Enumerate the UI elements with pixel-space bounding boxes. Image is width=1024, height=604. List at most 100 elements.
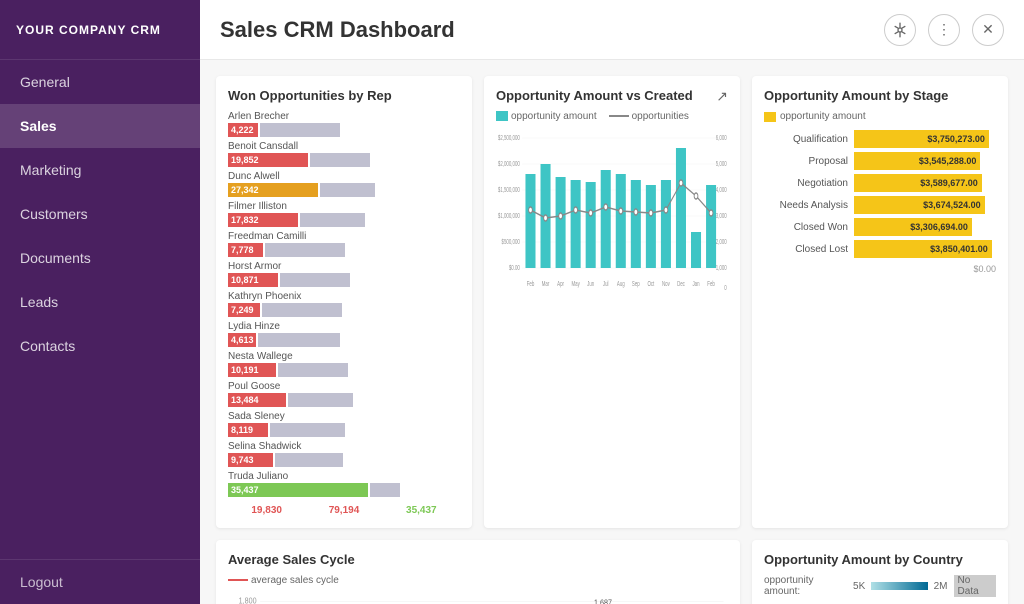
won-opportunities-card: Won Opportunities by Rep Arlen Brecher4,… xyxy=(216,76,472,528)
won-opp-title: Won Opportunities by Rep xyxy=(228,88,460,103)
rep-bar-gray xyxy=(370,483,400,497)
sidebar: YOUR COMPANY CRM General Sales Marketing… xyxy=(0,0,200,604)
rep-bars: 9,743 xyxy=(228,453,460,467)
opp-country-card: Opportunity Amount by Country opportunit… xyxy=(752,540,1008,604)
rep-row: Nesta Wallege10,191 xyxy=(228,351,460,377)
svg-text:2,000: 2,000 xyxy=(716,239,728,246)
more-options-button[interactable]: ⋮ xyxy=(928,14,960,46)
rep-bar-gray xyxy=(260,123,340,137)
opp-vs-title: Opportunity Amount vs Created xyxy=(496,88,693,103)
map-legend-min: 5K xyxy=(853,581,865,592)
svg-text:Oct: Oct xyxy=(647,281,654,288)
rep-bar-colored: 4,222 xyxy=(228,123,258,137)
sidebar-item-sales[interactable]: Sales xyxy=(0,104,200,148)
opp-stage-title: Opportunity Amount by Stage xyxy=(764,88,996,103)
expand-icon[interactable]: ↗ xyxy=(716,88,728,105)
rep-bars: 10,191 xyxy=(228,363,460,377)
rep-row: Horst Armor10,871 xyxy=(228,261,460,287)
svg-text:3,000: 3,000 xyxy=(716,213,728,220)
rep-row: Arlen Brecher4,222 xyxy=(228,111,460,137)
svg-text:5,000: 5,000 xyxy=(716,161,728,168)
rep-row: Poul Goose13,484 xyxy=(228,381,460,407)
logout-button[interactable]: Logout xyxy=(0,559,200,604)
svg-text:$500,000: $500,000 xyxy=(502,239,521,246)
svg-text:Nov: Nov xyxy=(662,281,670,288)
svg-text:Jun: Jun xyxy=(587,281,594,288)
stage-legend-label: opportunity amount xyxy=(780,111,866,122)
svg-text:Aug: Aug xyxy=(617,281,625,288)
dashboard: Won Opportunities by Rep Arlen Brecher4,… xyxy=(200,60,1024,604)
svg-text:$0.00: $0.00 xyxy=(509,265,521,272)
svg-text:Jan: Jan xyxy=(692,281,699,288)
rep-bar-gray xyxy=(288,393,353,407)
svg-text:6,000: 6,000 xyxy=(716,135,728,142)
sidebar-item-marketing[interactable]: Marketing xyxy=(0,148,200,192)
stage-label: Negotiation xyxy=(764,178,854,189)
svg-text:Dec: Dec xyxy=(677,281,685,288)
legend-opps: opportunities xyxy=(609,111,689,122)
opp-vs-chart: $2,500,000 $2,000,000 $1,500,000 $1,000,… xyxy=(496,128,728,308)
rep-bars: 10,871 xyxy=(228,273,460,287)
main-content: Sales CRM Dashboard ⋮ ✕ Won Opportunitie… xyxy=(200,0,1024,604)
rep-bar-gray xyxy=(262,303,342,317)
rep-row: Lydia Hinze4,613 xyxy=(228,321,460,347)
stage-legend-dot xyxy=(764,112,776,122)
close-button[interactable]: ✕ xyxy=(972,14,1004,46)
rep-bar-colored: 17,832 xyxy=(228,213,298,227)
rep-bars: 17,832 xyxy=(228,213,460,227)
rep-row: Truda Juliano35,437 xyxy=(228,471,460,497)
sidebar-item-contacts[interactable]: Contacts xyxy=(0,324,200,368)
map-legend-label: opportunity amount: xyxy=(764,575,847,597)
rep-name: Dunc Alwell xyxy=(228,171,460,182)
rep-bar-colored: 27,342 xyxy=(228,183,318,197)
svg-text:4,000: 4,000 xyxy=(716,187,728,194)
stage-row: Closed Won$3,306,694.00 xyxy=(764,218,996,236)
avg-sales-card: Average Sales Cycle average sales cycle … xyxy=(216,540,740,604)
stage-bar-wrap: $3,545,288.00 xyxy=(854,152,996,170)
svg-text:0: 0 xyxy=(724,285,727,292)
stage-row: Negotiation$3,589,677.00 xyxy=(764,174,996,192)
stage-list: Qualification$3,750,273.00Proposal$3,545… xyxy=(764,130,996,258)
stage-bar-wrap: $3,850,401.00 xyxy=(854,240,996,258)
svg-text:May: May xyxy=(571,281,579,288)
stage-bar-wrap: $3,589,677.00 xyxy=(854,174,996,192)
svg-text:$1,000,000: $1,000,000 xyxy=(498,213,520,220)
sidebar-item-leads[interactable]: Leads xyxy=(0,280,200,324)
svg-text:Sep: Sep xyxy=(632,281,640,288)
page-title: Sales CRM Dashboard xyxy=(220,17,455,43)
rep-row: Sada Sleney8,119 xyxy=(228,411,460,437)
opp-country-legend: opportunity amount: 5K 2M No Data xyxy=(764,575,996,597)
avg-legend: average sales cycle xyxy=(228,575,339,586)
stage-axis: $0.00 xyxy=(764,262,996,274)
footer-val-1: 19,830 xyxy=(251,505,282,516)
filter-button[interactable] xyxy=(884,14,916,46)
opp-country-title: Opportunity Amount by Country xyxy=(764,552,996,567)
rep-name: Arlen Brecher xyxy=(228,111,460,122)
rep-name: Freedman Camilli xyxy=(228,231,460,242)
svg-text:Mar: Mar xyxy=(542,281,550,288)
rep-bars: 7,249 xyxy=(228,303,460,317)
svg-text:Apr: Apr xyxy=(557,281,564,288)
rep-bars: 4,222 xyxy=(228,123,460,137)
stage-label: Qualification xyxy=(764,134,854,145)
topbar-actions: ⋮ ✕ xyxy=(884,14,1004,46)
legend-amount: opportunity amount xyxy=(496,111,597,122)
stage-label: Closed Won xyxy=(764,222,854,233)
stage-row: Proposal$3,545,288.00 xyxy=(764,152,996,170)
svg-text:$1,500,000: $1,500,000 xyxy=(498,187,520,194)
stage-label: Closed Lost xyxy=(764,244,854,255)
rep-bar-colored: 19,852 xyxy=(228,153,308,167)
stage-bar: $3,674,524.00 xyxy=(854,196,985,214)
rep-name: Benoit Cansdall xyxy=(228,141,460,152)
avg-sales-title: Average Sales Cycle xyxy=(228,552,728,567)
svg-text:1,687: 1,687 xyxy=(594,598,612,604)
rep-bar-gray xyxy=(300,213,365,227)
sidebar-item-customers[interactable]: Customers xyxy=(0,192,200,236)
sidebar-item-documents[interactable]: Documents xyxy=(0,236,200,280)
sidebar-item-general[interactable]: General xyxy=(0,60,200,104)
rep-bar-colored: 7,778 xyxy=(228,243,263,257)
won-opp-list: Arlen Brecher4,222 Benoit Cansdall19,852 D… xyxy=(228,111,460,497)
rep-bar-colored: 9,743 xyxy=(228,453,273,467)
stage-value: $3,674,524.00 xyxy=(923,200,981,210)
opp-vs-legend: opportunity amount opportunities xyxy=(496,111,728,122)
